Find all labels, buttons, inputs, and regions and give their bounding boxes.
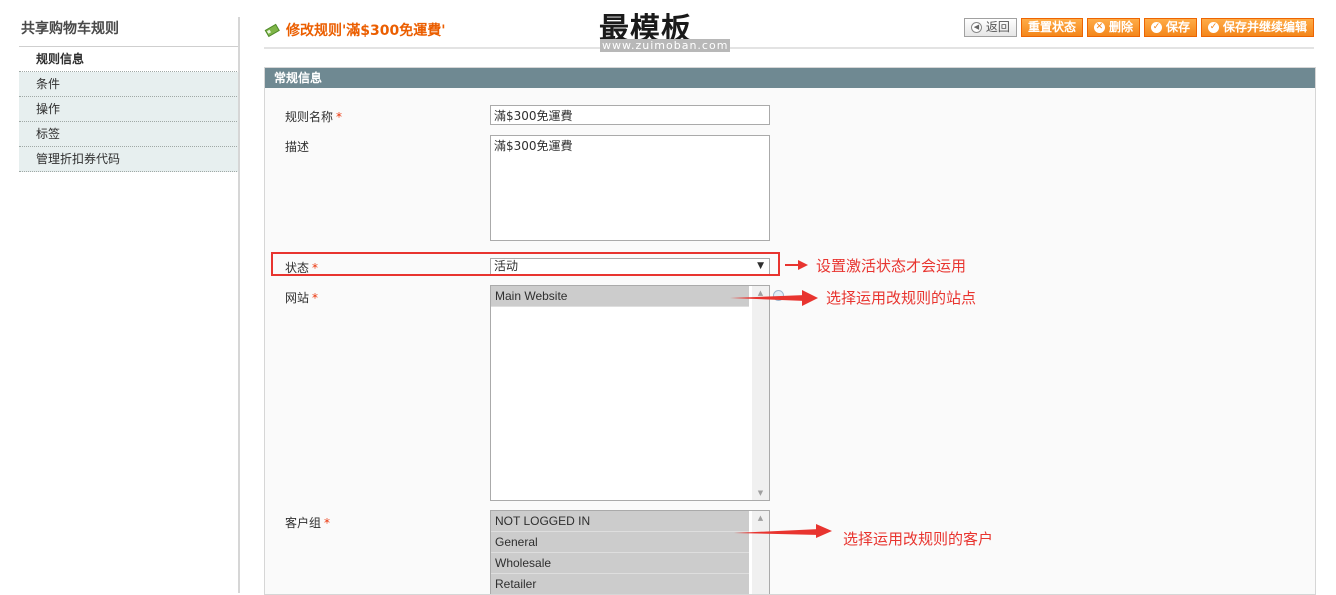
save-continue-button-label: 保存并继续编辑 <box>1222 20 1307 34</box>
customer-annotation: 选择运用改规则的客户 <box>843 530 994 548</box>
delete-button-label: 删除 <box>1108 20 1133 34</box>
description-textarea[interactable]: 滿$300免運費 <box>490 135 770 241</box>
back-button-label: 返回 <box>985 20 1010 34</box>
section-title: 常规信息 <box>265 68 1315 88</box>
back-arrow-icon: ◀ <box>970 22 982 33</box>
customer-group-option[interactable]: General <box>491 532 749 553</box>
page-title: 修改规则'滿$300免運費' <box>286 23 446 39</box>
save-button[interactable]: ✓ 保存 <box>1143 18 1197 37</box>
website-label: 网站 * <box>285 289 318 306</box>
sidebar-item-actions[interactable]: 操作 <box>19 97 239 122</box>
customer-group-option[interactable]: NOT LOGGED IN <box>491 511 749 532</box>
customer-group-option[interactable]: Wholesale <box>491 553 749 574</box>
arrow-right-icon <box>734 524 832 538</box>
customer-group-option[interactable]: Retailer <box>491 574 749 594</box>
general-info-fieldset: 常规信息 规则名称 * 滿$300免運費 描述 滿$300免運費 状态 * 活动 ▼… <box>264 67 1316 595</box>
scroll-down-icon[interactable]: ▼ <box>752 486 769 500</box>
sidebar-divider <box>238 17 240 593</box>
rule-name-label: 规则名称 * <box>285 108 342 125</box>
toolbar: ◀ 返回 重置状态 ✕ 删除 ✓ 保存 ✓ 保存并继续编辑 <box>963 18 1314 37</box>
status-highlight-box <box>271 252 780 276</box>
back-button[interactable]: ◀ 返回 <box>963 18 1017 37</box>
sidebar-title: 共享购物车规则 <box>19 14 239 47</box>
save-check-icon: ✓ <box>1150 22 1162 33</box>
sidebar-item-labels[interactable]: 标签 <box>19 122 239 147</box>
watermark-url: www.zuimoban.com <box>600 39 731 52</box>
customer-group-label: 客户组 * <box>285 514 330 531</box>
reset-button[interactable]: 重置状态 <box>1020 18 1083 37</box>
save-button-label: 保存 <box>1165 20 1190 34</box>
rule-name-input[interactable]: 滿$300免運費 <box>490 105 770 125</box>
delete-button[interactable]: ✕ 删除 <box>1086 18 1140 37</box>
arrow-right-icon <box>730 290 818 306</box>
arrow-right-icon <box>785 260 808 270</box>
description-label-text: 描述 <box>285 140 310 154</box>
description-label: 描述 <box>285 138 309 155</box>
website-multiselect[interactable]: Main Website ▲ ▼ <box>490 285 770 501</box>
sidebar-item-coupon-codes[interactable]: 管理折扣券代码 <box>19 147 239 172</box>
required-mark: * <box>324 516 331 530</box>
delete-x-icon: ✕ <box>1093 22 1105 33</box>
website-label-text: 网站 <box>285 291 310 305</box>
required-mark: * <box>312 291 319 305</box>
status-annotation: 设置激活状态才会运用 <box>816 257 967 275</box>
page-header: 修改规则'滿$300免運費' 最模板 www.zuimoban.com ◀ 返回… <box>264 12 1314 52</box>
website-annotation: 选择运用改规则的站点 <box>826 289 977 307</box>
sidebar: 共享购物车规则 规则信息 条件 操作 标签 管理折扣券代码 <box>19 14 239 172</box>
save-continue-check-icon: ✓ <box>1207 22 1219 33</box>
customer-group-label-text: 客户组 <box>285 516 322 530</box>
website-option[interactable]: Main Website <box>491 286 749 307</box>
save-continue-button[interactable]: ✓ 保存并继续编辑 <box>1200 18 1314 37</box>
required-mark: * <box>336 110 343 124</box>
website-scrollbar[interactable]: ▲ ▼ <box>752 286 769 500</box>
edit-rule-icon <box>264 23 280 38</box>
page-title-wrap: 修改规则'滿$300免運費' <box>264 20 446 40</box>
reset-button-label: 重置状态 <box>1027 20 1076 34</box>
sidebar-item-rule-info[interactable]: 规则信息 <box>19 47 239 72</box>
rule-name-label-text: 规则名称 <box>285 110 334 124</box>
customer-group-multiselect[interactable]: NOT LOGGED IN General Wholesale Retailer… <box>490 510 770 594</box>
sidebar-tabs: 规则信息 条件 操作 标签 管理折扣券代码 <box>19 47 239 172</box>
sidebar-item-conditions[interactable]: 条件 <box>19 72 239 97</box>
